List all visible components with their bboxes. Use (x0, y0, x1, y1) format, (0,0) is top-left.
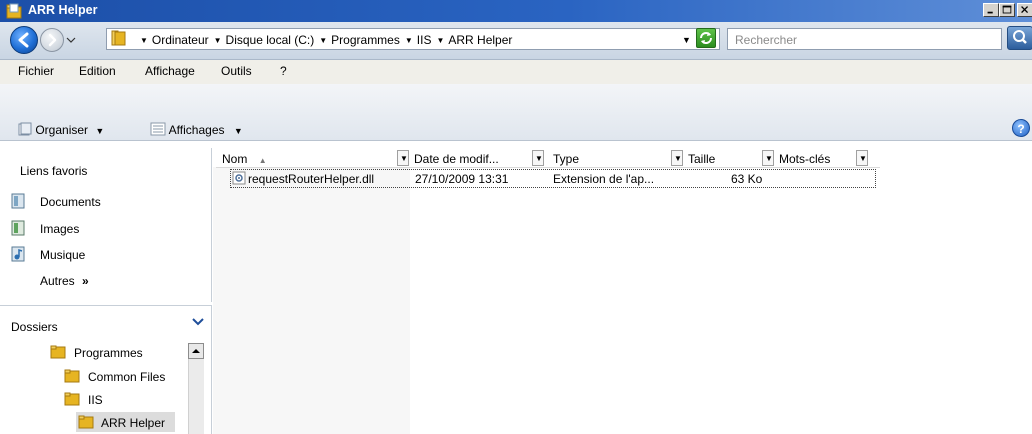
folder-item-programmes[interactable]: Programmes (74, 346, 143, 360)
images-icon (11, 220, 25, 236)
close-button[interactable] (1017, 3, 1032, 17)
organize-label: Organiser (35, 123, 89, 137)
forward-button[interactable] (40, 28, 64, 52)
recent-pages-dropdown[interactable] (66, 36, 76, 44)
magnifier-icon (1013, 30, 1027, 44)
folder-icon (64, 369, 80, 383)
folder-icon (111, 30, 126, 46)
column-filter-button[interactable]: ▼ (856, 150, 868, 166)
folder-item-common-files[interactable]: Common Files (88, 370, 165, 384)
breadcrumb-item[interactable]: Ordinateur (152, 33, 209, 47)
favorites-more-link[interactable]: Autres » (40, 274, 89, 288)
file-date: 27/10/2009 13:31 (415, 172, 509, 186)
collapse-chevron-icon[interactable] (192, 317, 204, 327)
breadcrumb-separator-icon[interactable]: ▼ (214, 36, 222, 45)
sorted-column-shading (213, 167, 410, 434)
favorites-heading: Liens favoris (20, 164, 88, 178)
chevron-down-icon: ▼ (535, 154, 543, 163)
menu-outils[interactable]: Outils (221, 64, 252, 78)
refresh-icon (700, 32, 712, 44)
search-button[interactable] (1007, 26, 1032, 50)
refresh-button[interactable] (696, 28, 716, 48)
favorite-documents[interactable]: Documents (40, 195, 101, 209)
column-header-label: Nom (222, 152, 248, 166)
chevron-down-icon: ▼ (233, 126, 243, 136)
views-button[interactable]: Affichages ▼ (150, 122, 243, 137)
column-filter-button[interactable]: ▼ (762, 150, 774, 166)
documents-icon (11, 193, 25, 209)
sort-ascending-icon: ▲ (258, 156, 267, 165)
double-chevron-icon: » (82, 274, 89, 288)
breadcrumb: ▼ Ordinateur ▼ Disque local (C:) ▼ Programmes… (140, 33, 517, 47)
back-button[interactable] (10, 26, 38, 54)
file-name: requestRouterHelper.dll (248, 172, 375, 186)
column-filter-button[interactable]: ▼ (532, 150, 544, 166)
views-icon (150, 122, 166, 136)
search-input[interactable]: Rechercher (735, 33, 797, 47)
back-arrow-icon (18, 32, 29, 48)
title-bar (0, 0, 1032, 22)
breadcrumb-item[interactable]: IIS (417, 33, 432, 47)
menu-help[interactable]: ? (280, 64, 287, 78)
menu-edition[interactable]: Edition (79, 64, 116, 78)
views-label: Affichages (168, 123, 225, 137)
minimize-button[interactable] (983, 3, 999, 17)
column-header-nom[interactable]: Nom ▲ (222, 152, 267, 166)
file-type: Extension de l'ap... (553, 172, 655, 186)
chevron-down-icon: ▼ (400, 154, 408, 163)
favorite-images[interactable]: Images (40, 222, 79, 236)
chevron-down-icon: ▼ (674, 154, 682, 163)
organize-button[interactable]: Organiser ▼ (18, 122, 104, 137)
breadcrumb-separator-icon[interactable]: ▼ (319, 36, 327, 45)
breadcrumb-separator-icon[interactable]: ▼ (436, 36, 444, 45)
file-size: 63 Ko (731, 172, 763, 186)
chevron-down-icon: ▼ (859, 154, 867, 163)
column-header-type[interactable]: Type (553, 152, 579, 166)
folder-icon (50, 345, 66, 359)
scroll-up-button[interactable] (188, 343, 204, 359)
column-header-date[interactable]: Date de modif... (414, 152, 499, 166)
chevron-down-icon: ▼ (765, 154, 773, 163)
folder-item-iis[interactable]: IIS (88, 393, 103, 407)
favorite-music[interactable]: Musique (40, 248, 85, 262)
menu-affichage[interactable]: Affichage (145, 64, 195, 78)
window-title: ARR Helper (28, 3, 98, 17)
column-filter-button[interactable]: ▼ (671, 150, 683, 166)
folders-heading[interactable]: Dossiers (11, 320, 58, 334)
folder-icon (64, 392, 80, 406)
forward-arrow-icon (48, 33, 57, 47)
dll-file-icon (232, 171, 246, 185)
help-icon[interactable]: ? (1012, 119, 1030, 137)
breadcrumb-item[interactable]: Programmes (331, 33, 400, 47)
folder-icon (78, 415, 94, 429)
organize-icon (18, 122, 32, 136)
breadcrumb-separator-icon[interactable]: ▼ (140, 36, 148, 45)
menu-fichier[interactable]: Fichier (18, 64, 54, 78)
address-history-dropdown-icon[interactable]: ▼ (682, 35, 691, 45)
breadcrumb-separator-icon[interactable]: ▼ (405, 36, 413, 45)
column-header-taille[interactable]: Taille (688, 152, 715, 166)
scroll-up-arrow-icon (192, 349, 200, 353)
maximize-button[interactable] (999, 3, 1015, 17)
column-header-mots-cles[interactable]: Mots-clés (779, 152, 830, 166)
breadcrumb-item[interactable]: Disque local (C:) (226, 33, 315, 47)
folder-app-icon (6, 3, 22, 19)
folder-item-arr-helper[interactable]: ARR Helper (101, 416, 165, 430)
column-filter-button[interactable]: ▼ (397, 150, 409, 166)
chevron-down-icon: ▼ (95, 126, 105, 136)
music-icon (11, 246, 25, 262)
breadcrumb-item[interactable]: ARR Helper (448, 33, 512, 47)
favorites-more-label: Autres (40, 274, 75, 288)
